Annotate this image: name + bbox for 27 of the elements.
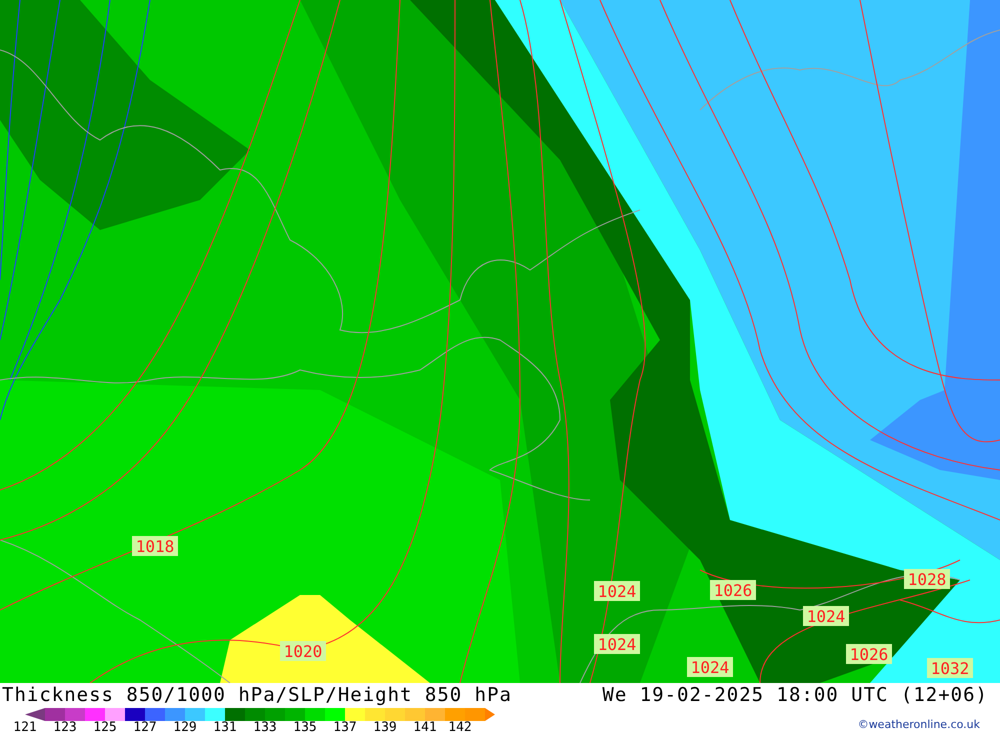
legend-tick-label: 125 (92, 721, 118, 733)
isobar-label: 1024 (803, 606, 849, 626)
isobar-label: 1026 (710, 580, 756, 600)
isobar-label: 1018 (132, 536, 178, 556)
credit-link[interactable]: ©weatheronline.co.uk (858, 718, 980, 731)
legend-tick-label: 129 (172, 721, 198, 733)
legend-tick-label: 127 (132, 721, 158, 733)
valid-time: We 19-02-2025 18:00 UTC (12+06) (602, 684, 988, 706)
legend-low-arrow-icon (25, 708, 45, 721)
legend-tick-label: 123 (52, 721, 78, 733)
legend-tick-label: 133 (252, 721, 278, 733)
legend-tick-label: 135 (292, 721, 318, 733)
legend-tick-label: 139 (372, 721, 398, 733)
legend-high-arrow-icon (485, 708, 495, 721)
isobar-label: 1024 (687, 657, 733, 677)
legend-tick-label: 142 (447, 721, 473, 733)
isobar-label: 1020 (280, 641, 326, 661)
legend-tick-label: 141 (412, 721, 438, 733)
isobar-label: 1024 (594, 581, 640, 601)
isobar-label: 1032 (927, 658, 973, 678)
legend-tick-label: 131 (212, 721, 238, 733)
isobar-label: 1024 (594, 634, 640, 654)
legend-tick-label: 121 (12, 721, 38, 733)
map-title: Thickness 850/1000 hPa/SLP/Height 850 hPa (2, 684, 512, 706)
isobar-label: 1026 (846, 644, 892, 664)
isobar-label: 1028 (904, 569, 950, 589)
legend-tick-label: 137 (332, 721, 358, 733)
